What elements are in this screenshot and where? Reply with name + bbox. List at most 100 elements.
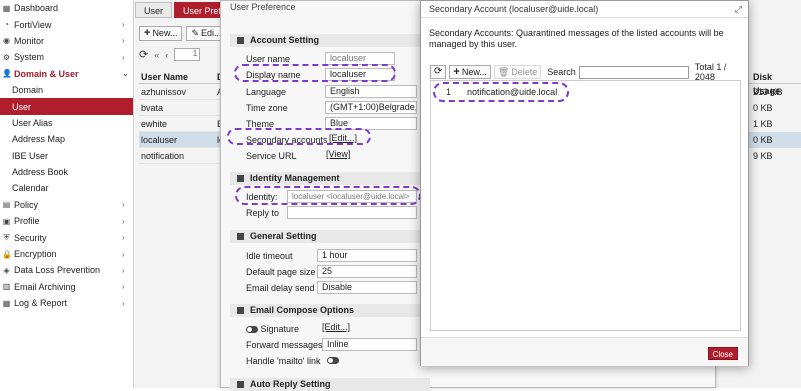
plus-icon: + xyxy=(144,27,151,39)
sidebar-item-monitor[interactable]: ◉ Monitor › xyxy=(0,33,133,49)
sidebar-item-label: Domain xyxy=(12,85,44,96)
user-name-label: User name xyxy=(246,54,291,64)
sidebar-item-user[interactable]: User xyxy=(0,98,133,115)
search-input[interactable] xyxy=(578,65,689,79)
main-toolbar: + New... ✎ Edi... xyxy=(139,26,227,41)
dialog-refresh-button[interactable]: ⟳ xyxy=(430,65,447,79)
sidebar-item-dashboard[interactable]: ▦ Dashboard xyxy=(0,0,133,16)
sidebar-item-calendar[interactable]: Calendar xyxy=(0,180,133,196)
sidebar-item-profile[interactable]: ▣ Profile › xyxy=(0,213,133,229)
forward-messages-label: Forward messages xyxy=(246,340,323,350)
collapse-icon xyxy=(237,233,244,241)
page-input[interactable]: 1 xyxy=(174,48,201,61)
close-button[interactable]: Close xyxy=(707,347,738,360)
service-url-view-link[interactable]: [View] xyxy=(326,149,350,159)
secondary-account-list: 1 notification@uide.local xyxy=(430,80,741,331)
compose-options-section[interactable]: Email Compose Options xyxy=(230,304,430,317)
sidebar-item-fortiview[interactable]: ◔ FortiView › xyxy=(0,16,133,32)
profile-icon: ▣ xyxy=(2,216,11,226)
display-name-label: Display name xyxy=(246,70,301,80)
security-icon: ⛨ xyxy=(3,233,10,243)
sidebar-item-label: Encryption xyxy=(14,249,57,260)
language-select[interactable]: English xyxy=(325,85,417,98)
dlp-icon: ◈ xyxy=(3,265,10,275)
sidebar-item-label: Calendar xyxy=(12,183,49,194)
refresh-icon[interactable]: ⟳ xyxy=(139,48,148,61)
mailto-toggle[interactable] xyxy=(327,357,339,365)
policy-icon: ▤ xyxy=(2,200,11,210)
chevron-icon: › xyxy=(122,36,125,46)
page-size-label: Default page size xyxy=(246,267,316,277)
display-name-field[interactable]: localuser xyxy=(325,68,395,81)
sidebar-item-user-alias[interactable]: User Alias xyxy=(0,115,133,131)
sidebar-item-label: Monitor xyxy=(14,35,45,46)
sidebar-item-ibe-user[interactable]: IBE User xyxy=(0,148,133,164)
sidebar-item-system[interactable]: ⚙ System › xyxy=(0,49,133,65)
chevron-icon: ⌄ xyxy=(122,69,129,79)
first-page-icon[interactable]: « xyxy=(154,50,159,60)
reply-to-field[interactable] xyxy=(287,206,417,219)
theme-select[interactable]: Blue xyxy=(325,117,417,130)
sidebar-item-encryption[interactable]: 🔒 Encryption › xyxy=(0,246,133,262)
table-row[interactable]: ewhiteE xyxy=(139,116,225,132)
timezone-select[interactable]: (GMT+1:00)Belgrade,Br xyxy=(325,101,417,114)
collapse-icon xyxy=(237,37,244,45)
sidebar-item-domain[interactable]: Domain xyxy=(0,82,133,98)
sidebar-item-log-report[interactable]: ▦ Log & Report › xyxy=(0,295,133,311)
user-name-cell: bvata xyxy=(141,103,164,113)
sidebar-item-security[interactable]: ⛨ Security › xyxy=(0,229,133,245)
domain-user-icon: 👤 xyxy=(2,69,12,79)
sidebar-item-address-map[interactable]: Address Map xyxy=(0,131,133,147)
disk-usage-column: Disk Usage 213 KB 0 KB 1 KB 0 KB 9 KB xyxy=(749,70,801,164)
identity-select[interactable]: localuser <localuser@uide.local> xyxy=(287,190,417,203)
sidebar-item-email-archiving[interactable]: ▥ Email Archiving › xyxy=(0,279,133,295)
prev-page-icon[interactable]: ‹ xyxy=(165,50,168,60)
delay-send-select[interactable]: Disable xyxy=(317,281,417,294)
dialog-new-button[interactable]: + New... xyxy=(449,65,491,79)
service-url-label: Service URL xyxy=(246,151,297,161)
sidebar-item-label: Domain & User xyxy=(14,68,79,79)
new-button[interactable]: + New... xyxy=(139,26,183,41)
table-row[interactable]: notification xyxy=(139,148,225,164)
secondary-accounts-edit-link[interactable]: [Edit...] xyxy=(329,133,357,143)
sidebar-item-label: User Alias xyxy=(12,117,53,128)
forward-messages-select[interactable]: Inline xyxy=(322,338,417,351)
disk-usage-cell: 1 KB xyxy=(753,119,773,129)
table-row[interactable]: bvata xyxy=(139,100,225,116)
sidebar-item-label: System xyxy=(14,52,45,63)
table-row[interactable]: localuserlo xyxy=(139,132,225,148)
tab-user[interactable]: User xyxy=(135,2,173,18)
chevron-icon: › xyxy=(122,20,125,30)
account-setting-section[interactable]: Account Setting xyxy=(230,34,430,47)
timezone-label: Time zone xyxy=(246,103,288,113)
sidebar-item-data-loss-prevention[interactable]: ◈ Data Loss Prevention › xyxy=(0,262,133,278)
disk-usage-header[interactable]: Disk Usage xyxy=(749,70,801,96)
user-name-header[interactable]: User NameD xyxy=(139,70,225,84)
signature-edit-link[interactable]: [Edit...] xyxy=(322,322,350,332)
auto-reply-section[interactable]: Auto Reply Setting xyxy=(230,378,430,391)
signature-toggle[interactable] xyxy=(246,326,258,334)
page-size-select[interactable]: 25 xyxy=(317,265,417,278)
search-label: Search xyxy=(547,67,576,77)
sidebar-item-label: IBE User xyxy=(12,150,49,161)
sidebar-item-policy[interactable]: ▤ Policy › xyxy=(0,197,133,213)
archive-icon: ▥ xyxy=(2,282,11,292)
monitor-icon: ◉ xyxy=(3,36,10,46)
mailto-label: Handle 'mailto' link xyxy=(246,356,321,366)
collapse-icon xyxy=(237,307,244,315)
table-row[interactable]: azhunissovA xyxy=(139,84,225,100)
sidebar-item-domain-user[interactable]: 👤 Domain & User ⌄ xyxy=(0,66,133,82)
language-label: Language xyxy=(246,87,287,97)
refresh-icon: ⟳ xyxy=(434,66,443,77)
general-setting-section[interactable]: General Setting xyxy=(230,230,430,243)
identity-management-section[interactable]: Identity Management xyxy=(230,172,430,185)
secondary-accounts-label: Secondary accounts xyxy=(246,135,328,145)
disk-usage-cell: 0 KB xyxy=(749,132,801,148)
sidebar-item-address-book[interactable]: Address Book xyxy=(0,164,133,180)
chevron-icon: › xyxy=(122,200,125,210)
mailto-toggle-wrap xyxy=(327,355,339,365)
idle-timeout-select[interactable]: 1 hour xyxy=(317,249,417,262)
dialog-delete-button[interactable]: 🗑 Delete xyxy=(493,65,542,79)
maximize-icon[interactable]: ⤢ xyxy=(735,1,742,18)
system-icon: ⚙ xyxy=(2,52,11,62)
